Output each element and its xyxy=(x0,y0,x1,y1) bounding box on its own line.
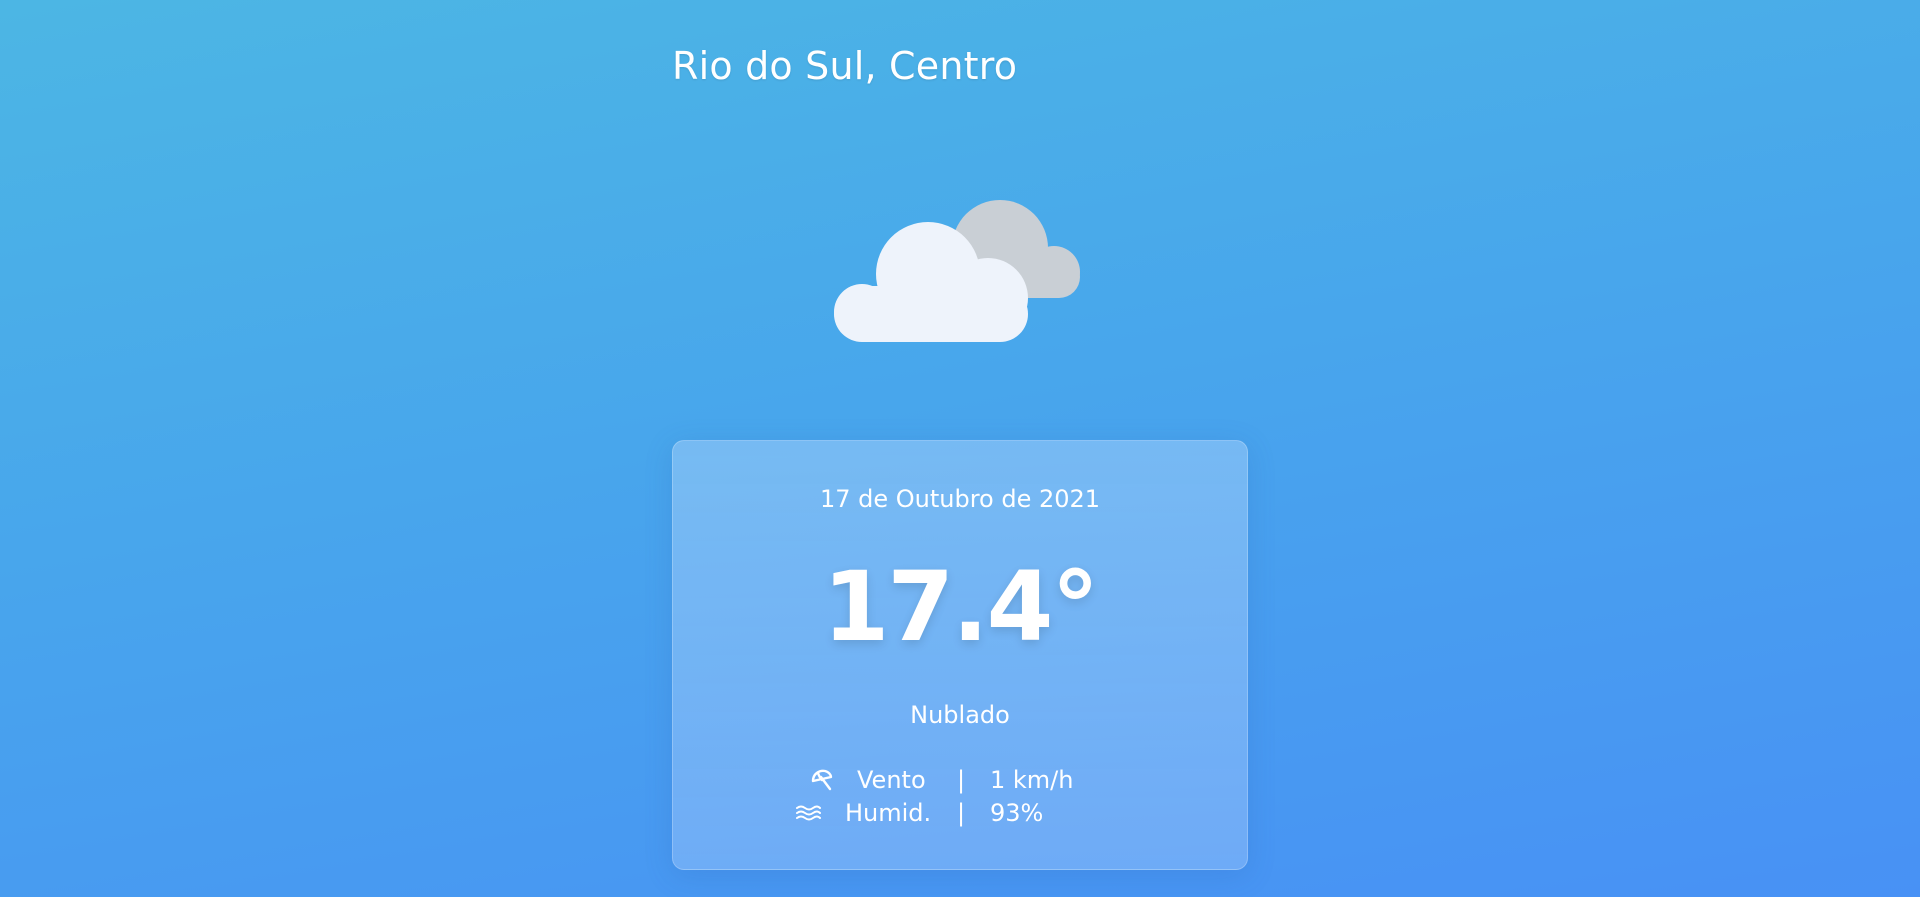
humidity-separator: | xyxy=(957,799,966,827)
temperature: 17.4° xyxy=(822,551,1100,663)
umbrella-icon xyxy=(811,769,833,791)
wind-row: Vento | 1 km/h xyxy=(673,765,1247,795)
weather-card: 17 de Outubro de 2021 17.4° Nublado Vent… xyxy=(672,440,1248,870)
current-date: 17 de Outubro de 2021 xyxy=(819,485,1101,513)
humidity-value: 93% xyxy=(990,799,1044,827)
wind-separator: | xyxy=(957,766,966,794)
humidity-waves-icon xyxy=(796,805,821,821)
humidity-label: Humid. xyxy=(845,799,932,827)
location-title: Rio do Sul, Centro xyxy=(672,44,1018,88)
humidity-row: Humid. | 93% xyxy=(673,798,1247,828)
wind-value: 1 km/h xyxy=(990,766,1074,794)
wind-label: Vento xyxy=(857,766,926,794)
cloudy-icon xyxy=(834,200,1080,342)
weather-condition: Nublado xyxy=(910,701,1010,729)
